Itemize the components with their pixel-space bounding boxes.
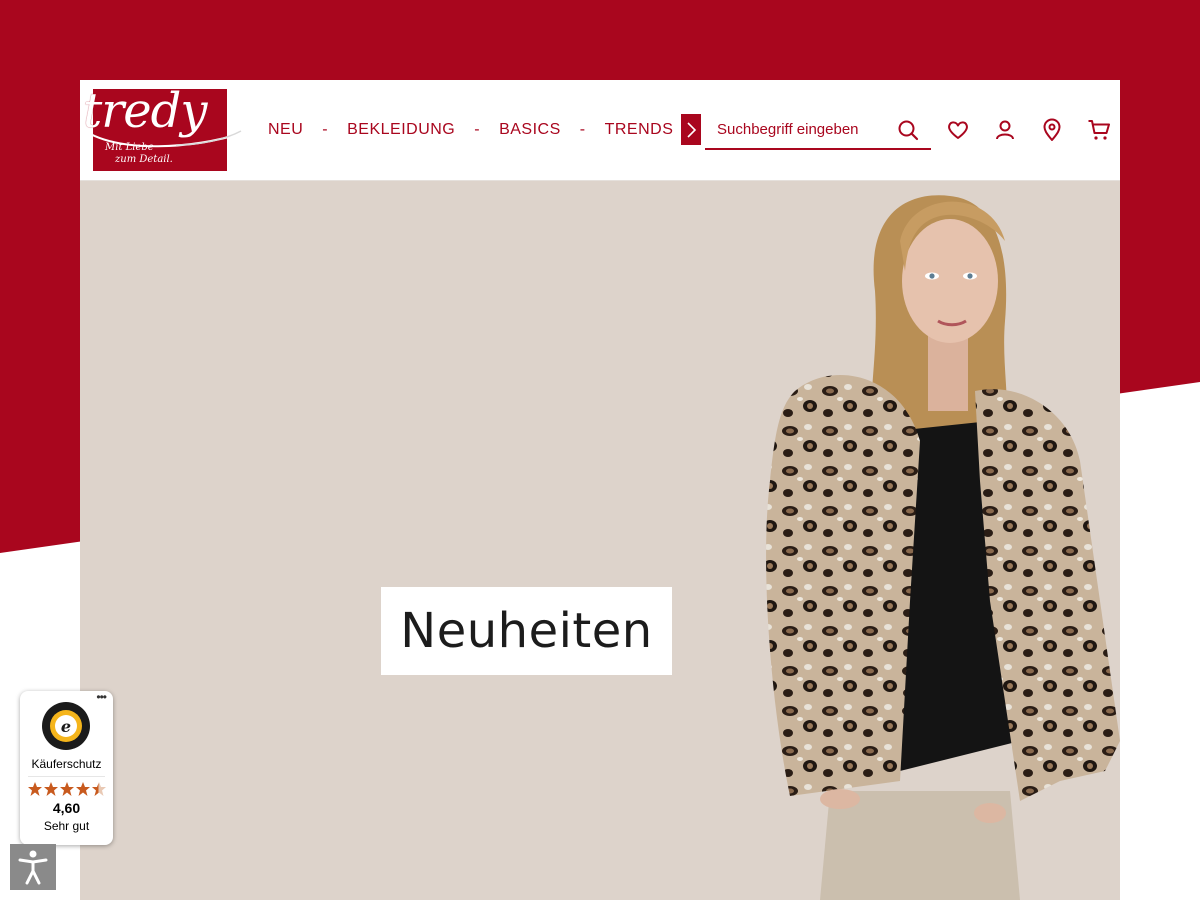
nav-separator: - [474, 121, 481, 138]
cart-icon[interactable] [1087, 118, 1111, 142]
logo-tagline: Mit Liebe zum Detail. [105, 142, 173, 166]
nav-item-basics[interactable]: BASICS [499, 121, 561, 139]
brand-logo[interactable]: tredy Mit Liebe zum Detail. [83, 83, 244, 171]
nav-item-neu[interactable]: NEU [268, 121, 303, 139]
logo-tagline-line1: Mit Liebe [105, 142, 154, 153]
model-photo [766, 195, 1120, 900]
site-header: tredy Mit Liebe zum Detail. NEU - BEKLEI… [80, 80, 1120, 181]
nav-item-bekleidung[interactable]: BEKLEIDUNG [347, 121, 455, 139]
accessibility-icon [18, 850, 48, 885]
divider [28, 776, 105, 777]
search-icon[interactable] [897, 119, 919, 141]
rating-score: 4,60 [52, 800, 81, 816]
nav-separator: - [322, 121, 329, 138]
trusted-shops-label: Käuferschutz [31, 757, 102, 771]
svg-text:e: e [61, 717, 71, 736]
rating-text: Sehr gut [43, 819, 90, 833]
location-pin-icon[interactable] [1040, 118, 1064, 142]
more-dots-icon[interactable]: ••• [96, 691, 107, 703]
nav-separator: - [579, 121, 586, 138]
user-icon[interactable] [993, 118, 1017, 142]
hero-banner[interactable]: Neuheiten [80, 181, 1120, 900]
nav-item-trends[interactable]: TRENDS [605, 121, 674, 139]
trusted-shops-seal-icon: e [42, 702, 90, 750]
logo-wordmark: tredy [83, 83, 207, 139]
logo-tagline-line2: zum Detail. [115, 154, 173, 165]
heart-icon[interactable] [946, 118, 970, 142]
nav-next-button[interactable] [681, 114, 701, 145]
page-container: tredy Mit Liebe zum Detail. NEU - BEKLEI… [80, 80, 1120, 900]
main-nav: NEU - BEKLEIDUNG - BASICS - TRENDS - [268, 118, 717, 142]
accessibility-button[interactable] [10, 844, 56, 890]
search-box [705, 110, 931, 150]
search-input[interactable] [705, 114, 899, 144]
hero-title[interactable]: Neuheiten [381, 587, 672, 675]
chevron-right-icon [687, 121, 697, 138]
trusted-shops-badge[interactable]: ••• e Käuferschutz 4,60 Sehr gut [20, 691, 113, 845]
rating-stars [28, 782, 106, 796]
